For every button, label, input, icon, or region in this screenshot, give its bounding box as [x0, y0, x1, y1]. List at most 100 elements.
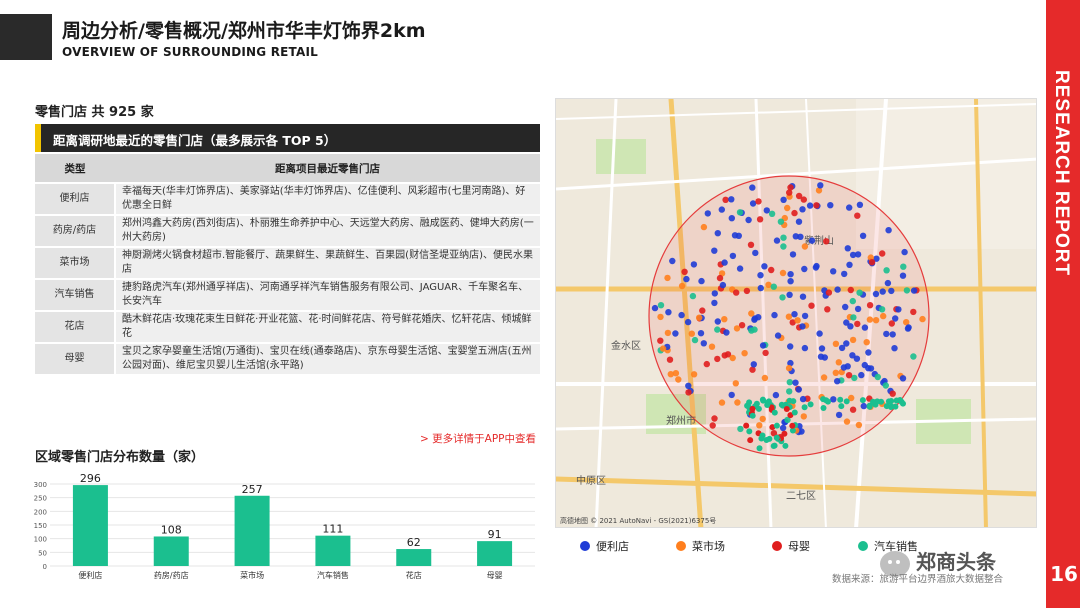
store-dot [800, 196, 807, 203]
store-dot [889, 390, 896, 397]
store-dot [711, 415, 718, 422]
store-dot [675, 376, 682, 383]
row-type: 便利店 [35, 183, 116, 216]
store-dot [685, 382, 692, 389]
table-row: 便利店 幸福每天(华丰灯饰界店)、美家驿站(华丰灯饰界店)、亿佳便利、风彩超市(… [35, 183, 540, 216]
store-dot [782, 442, 789, 449]
store-dot [847, 286, 854, 294]
row-stores: 捷豹路虎汽车(郑州通孚祥店)、河南通孚祥汽车销售服务有限公司、JAGUAR、千车… [115, 279, 540, 312]
store-dot [850, 314, 857, 321]
store-dot [718, 206, 725, 213]
store-dot [820, 396, 827, 403]
store-dot [892, 403, 899, 410]
store-dot [895, 306, 902, 313]
store-dot [845, 372, 853, 379]
store-dot [807, 401, 814, 408]
store-dot [757, 272, 764, 279]
distribution-bar-chart: 0 50 100 150 200 250 300 296 便利店 108 药房/药店 257 菜市场 11… [34, 472, 535, 580]
store-dot [870, 398, 876, 405]
store-dot [771, 409, 778, 416]
more-details-link[interactable]: > 更多详情于APP中查看 [420, 431, 536, 446]
store-dot [714, 318, 721, 325]
store-dot [708, 343, 716, 350]
map-label: 紫荆山 [804, 234, 834, 247]
title-bar-accent [35, 124, 41, 152]
store-dot [858, 371, 865, 379]
store-dot [651, 304, 659, 312]
page-subtitle: OVERVIEW OF SURROUNDING RETAIL [62, 45, 318, 59]
store-dot [854, 305, 862, 313]
store-dot [714, 230, 721, 237]
store-dot [820, 374, 828, 381]
store-dot [759, 342, 767, 349]
store-dot [699, 307, 706, 314]
store-dot [779, 269, 787, 277]
store-dot [872, 290, 880, 298]
store-dot [849, 251, 857, 259]
store-dot [795, 218, 803, 225]
store-dot [755, 405, 762, 412]
store-dot [756, 422, 763, 429]
bar [234, 495, 270, 566]
store-dot [664, 274, 671, 282]
store-dot [728, 215, 735, 222]
store-dot [903, 287, 911, 294]
store-dot [690, 371, 698, 378]
row-type: 花店 [35, 311, 116, 344]
store-distribution-map[interactable]: 紫荆山 金水区 中原区 二七区 郑州市 高德地图 © 2021 AutoNavi… [555, 98, 1037, 528]
store-dot [714, 355, 721, 363]
store-dot [817, 353, 825, 360]
store-dot [718, 399, 726, 406]
row-type: 汽车销售 [35, 279, 116, 312]
store-dot [806, 202, 814, 209]
store-dot [849, 336, 857, 344]
data-label: 62 [407, 536, 421, 549]
store-dot [838, 403, 845, 410]
store-dot [792, 233, 799, 240]
store-dot [711, 290, 718, 297]
legend-dot [772, 541, 782, 551]
row-stores: 幸福每天(华丰灯饰界店)、美家驿站(华丰灯饰界店)、亿佳便利、风彩超市(七里河南… [115, 183, 540, 216]
store-dot [768, 266, 775, 274]
store-dot [773, 422, 780, 429]
store-dot [879, 288, 886, 295]
store-dot [709, 422, 716, 429]
store-dot [789, 251, 797, 258]
store-dot [770, 443, 777, 449]
store-dot [764, 402, 771, 408]
legend-item: 菜市场 [676, 538, 725, 554]
store-dot [905, 324, 912, 331]
store-dot [666, 356, 674, 363]
y-tick-label: 100 [34, 536, 47, 544]
store-dot [681, 268, 688, 275]
x-tick-label: 菜市场 [240, 570, 264, 580]
store-dot [834, 286, 841, 293]
store-dot [749, 405, 756, 412]
store-dot [723, 329, 730, 336]
store-dot [801, 243, 809, 250]
store-dot [657, 313, 664, 321]
store-dot [758, 435, 765, 442]
store-dot [689, 292, 697, 300]
store-dot [865, 365, 872, 372]
store-dot [752, 249, 759, 257]
store-dot [843, 340, 850, 347]
store-dot [688, 330, 695, 337]
store-dot [736, 265, 744, 272]
store-dot [889, 331, 896, 338]
y-tick-label: 50 [38, 549, 47, 557]
store-dot [791, 409, 798, 416]
page-title: 周边分析/零售概况/郑州市华丰灯饰界2km [62, 20, 426, 42]
store-dot [813, 262, 820, 270]
store-dot [800, 413, 807, 420]
store-dot [768, 210, 776, 217]
store-dot [859, 397, 866, 404]
legend-dot [580, 541, 590, 551]
store-dot [883, 330, 890, 338]
bar [72, 485, 108, 566]
store-dot [696, 314, 703, 321]
store-dot [830, 268, 837, 275]
store-dot [719, 281, 727, 289]
store-dot [761, 263, 768, 270]
data-source: 数据来源：旅游平台边界酒旅大数据整合 [832, 574, 1004, 585]
